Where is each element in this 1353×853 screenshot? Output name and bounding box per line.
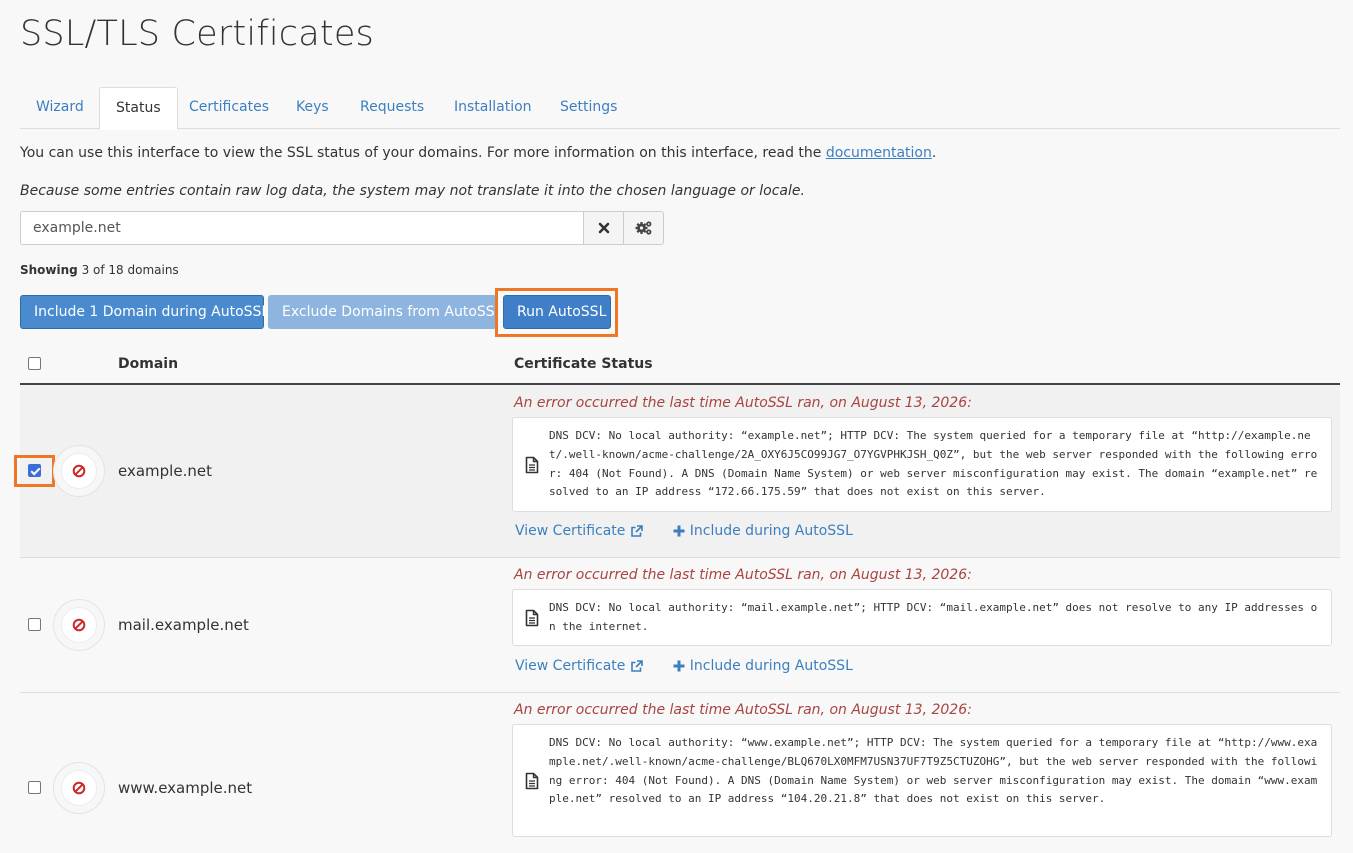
tab-status[interactable]: Status [99, 87, 178, 130]
view-certificate-link[interactable]: View Certificate [515, 523, 643, 539]
external-link-icon [631, 524, 643, 537]
row-checkbox[interactable] [28, 464, 41, 477]
clear-search-button[interactable] [583, 211, 624, 245]
status-indicator [53, 445, 105, 497]
tab-requests[interactable]: Requests [344, 87, 440, 129]
ban-icon [72, 618, 86, 632]
tab-keys[interactable]: Keys [280, 87, 345, 129]
error-message: An error occurred the last time AutoSSL … [514, 395, 972, 411]
exclude-domains-button[interactable]: Exclude Domains from AutoSSL [268, 295, 502, 329]
log-box: DNS DCV: No local authority: “mail.examp… [512, 589, 1332, 646]
error-message: An error occurred the last time AutoSSL … [514, 702, 972, 718]
intro-text: You can use this interface to view the S… [20, 145, 936, 161]
error-message: An error occurred the last time AutoSSL … [514, 567, 972, 583]
plus-icon [673, 525, 685, 537]
view-certificate-link[interactable]: View Certificate [515, 658, 643, 674]
row-links: View Certificate Include during AutoSSL [515, 523, 853, 539]
table-header: Domain Certificate Status [20, 345, 1340, 385]
domain-name: mail.example.net [118, 616, 249, 634]
intro-sentence: You can use this interface to view the S… [20, 145, 826, 161]
status-indicator [53, 599, 105, 651]
log-text: DNS DCV: No local authority: “mail.examp… [549, 601, 1318, 633]
tab-certificates[interactable]: Certificates [173, 87, 285, 129]
raw-log-note: Because some entries contain raw log dat… [20, 183, 805, 199]
include-during-autossl-link[interactable]: Include during AutoSSL [673, 523, 853, 539]
table-row: mail.example.net An error occurred the l… [20, 558, 1340, 693]
tab-bar: Wizard Status Certificates Keys Requests… [20, 87, 1340, 130]
row-links: View Certificate Include during AutoSSL [515, 658, 853, 674]
select-all-checkbox[interactable] [28, 357, 41, 370]
log-box: DNS DCV: No local authority: “www.exampl… [512, 724, 1332, 837]
log-text: DNS DCV: No local authority: “example.ne… [549, 429, 1318, 499]
search-options-button[interactable] [623, 211, 664, 245]
tab-wizard[interactable]: Wizard [20, 87, 100, 129]
domain-search [20, 211, 665, 245]
showing-count: Showing 3 of 18 domains [20, 263, 179, 277]
table-row: www.example.net An error occurred the la… [20, 693, 1340, 853]
documentation-link[interactable]: documentation [826, 145, 932, 161]
domain-column-header: Domain [118, 356, 179, 372]
external-link-icon [631, 659, 643, 672]
search-input[interactable] [20, 211, 584, 245]
domain-name: www.example.net [118, 779, 253, 797]
showing-text: 3 of 18 domains [77, 263, 179, 277]
run-autossl-highlight [495, 288, 618, 337]
file-text-icon [525, 456, 539, 473]
intro-suffix: . [931, 145, 937, 161]
row-checkbox[interactable] [28, 618, 41, 631]
file-text-icon [525, 772, 539, 789]
tab-installation[interactable]: Installation [438, 87, 548, 129]
page-title: SSL/TLS Certificates [20, 14, 374, 54]
domain-name: example.net [118, 462, 212, 480]
table-row: example.net An error occurred the last t… [14, 385, 1340, 558]
status-column-header: Certificate Status [514, 356, 653, 372]
file-text-icon [525, 609, 539, 626]
include-during-autossl-link[interactable]: Include during AutoSSL [673, 658, 853, 674]
tab-settings[interactable]: Settings [544, 87, 633, 129]
gears-icon [635, 221, 651, 235]
status-indicator [53, 762, 105, 814]
include-domain-button[interactable]: Include 1 Domain during AutoSSL [20, 295, 269, 329]
row-checkbox[interactable] [28, 781, 41, 794]
log-text: DNS DCV: No local authority: “www.exampl… [549, 736, 1318, 806]
ban-icon [72, 464, 86, 478]
ban-icon [72, 781, 86, 795]
close-icon [598, 222, 609, 234]
plus-icon [673, 660, 685, 672]
showing-label: Showing [20, 263, 78, 277]
log-box: DNS DCV: No local authority: “example.ne… [512, 417, 1332, 512]
